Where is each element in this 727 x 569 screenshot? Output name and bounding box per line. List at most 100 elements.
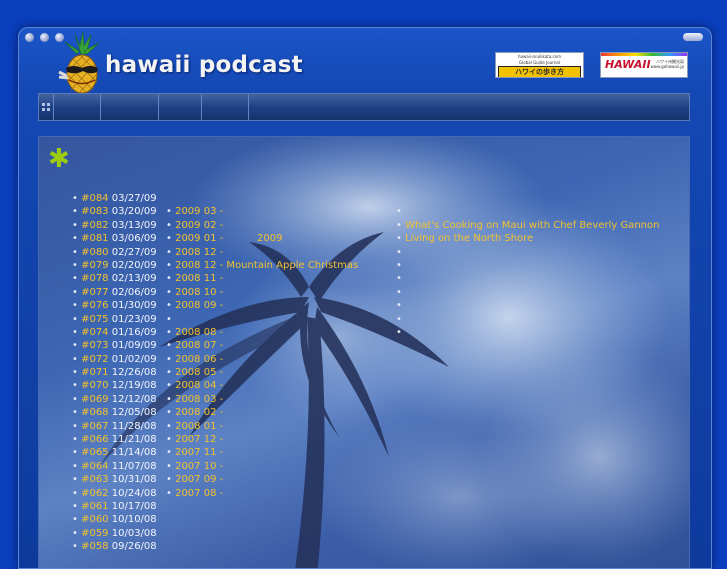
episode-link[interactable]: #066 [81,434,108,445]
archive-item: • 2008 09 - [166,299,358,312]
arukikata-banner-link[interactable]: hawaii-arukikata.com Global Guide Journa… [495,52,584,78]
feature-link[interactable]: Living on the North Shore [405,233,533,244]
archive-dash: - [216,300,224,312]
episode-link[interactable]: #070 [81,380,108,391]
archive-link[interactable]: 2009 01 [175,233,216,244]
episode-link[interactable]: #076 [81,300,108,311]
bullet-icon: • [396,286,402,298]
bullet-icon: • [166,434,176,446]
bullet-icon: • [72,353,82,365]
archive-extra-link[interactable]: Mountain Apple Christmas [226,260,358,271]
episode-item: • #082 03/13/09 [72,219,157,232]
archive-link[interactable]: 2008 03 [175,394,216,405]
episode-link[interactable]: #073 [81,340,108,351]
pineapple-logo-icon[interactable] [53,32,109,94]
episode-link[interactable]: #062 [81,488,108,499]
close-window-button[interactable] [25,33,34,42]
archive-link[interactable]: 2008 11 [175,273,216,284]
episode-link[interactable]: #065 [81,447,108,458]
episode-link[interactable]: #078 [81,273,108,284]
grid-icon[interactable] [39,94,54,120]
episode-link[interactable]: #082 [81,220,108,231]
archive-link[interactable]: 2008 12 [175,247,216,258]
minimize-window-button[interactable] [40,33,49,42]
episode-link[interactable]: #068 [81,407,108,418]
archive-link[interactable]: 2008 07 [175,340,216,351]
episode-item: • #071 12/26/08 [72,366,157,379]
nav-tab-3[interactable] [159,94,202,120]
episode-link[interactable]: #081 [81,233,108,244]
episode-date: 11/28/08 [111,420,157,432]
episode-link[interactable]: #074 [81,327,108,338]
gohawaii-banner-link[interactable]: HAWAII ハワイ州観光局 www.gohawaii.jp [600,52,688,78]
archive-link[interactable]: 2008 12 [175,260,216,271]
bullet-icon: • [396,219,406,231]
archive-link[interactable]: 2008 06 [175,354,216,365]
archive-item: • 2008 10 - [166,286,358,299]
archive-link[interactable]: 2008 02 [175,407,216,418]
bullet-icon: • [72,233,82,245]
episode-link[interactable]: #075 [81,314,108,325]
bullet-icon: • [72,286,82,298]
nav-tab-4[interactable] [202,94,249,120]
episode-item: • #066 11/21/08 [72,433,157,446]
episode-link[interactable]: #061 [81,501,108,512]
episode-link[interactable]: #080 [81,247,108,258]
bullet-icon: • [72,193,82,204]
episode-link[interactable]: #077 [81,287,108,298]
episode-date: 01/09/09 [111,340,157,352]
episode-item: • #061 10/17/08 [72,500,157,513]
toolbar-toggle-button[interactable] [683,33,703,41]
archive-link[interactable]: 2008 01 [175,421,216,432]
archive-link[interactable]: 2007 09 [175,474,216,485]
episode-link[interactable]: #059 [81,528,108,539]
episode-link[interactable]: #071 [81,367,108,378]
bullet-icon: • [72,460,82,472]
episode-link[interactable]: #064 [81,461,108,472]
episode-link[interactable]: #060 [81,514,108,525]
episode-date: 10/17/08 [111,500,157,512]
nav-tab-1[interactable] [54,94,101,120]
episode-item: • #079 02/20/09 [72,259,157,272]
archive-dash: - [216,326,224,338]
episode-item: • #065 11/14/08 [72,446,157,459]
archive-link[interactable]: 2007 10 [175,461,216,472]
archive-link[interactable]: 2007 12 [175,434,216,445]
archive-dash: - [216,233,224,245]
archive-dash: - [216,393,224,405]
bullet-icon: • [72,313,82,325]
archive-item: • 2008 08 - [166,326,358,339]
bullet-icon: • [72,380,82,392]
archive-item: • 2007 09 - [166,473,358,486]
archive-link[interactable]: 2009 03 [175,206,216,217]
archive-dash: - [216,340,224,352]
archive-link[interactable]: 2007 08 [175,488,216,499]
episode-link[interactable]: #084 [81,193,108,204]
archive-link[interactable]: 2008 10 [175,287,216,298]
episode-link[interactable]: #058 [81,541,108,552]
feature-link[interactable]: What's Cooking on Maui with Chef Beverly… [405,220,659,231]
bullet-icon: • [166,219,176,231]
episode-link[interactable]: #069 [81,394,108,405]
archive-link[interactable]: 2008 09 [175,300,216,311]
episode-link[interactable]: #083 [81,206,108,217]
episode-link[interactable]: #079 [81,260,108,271]
episode-date: 01/02/09 [111,353,157,365]
episode-date: 12/19/08 [111,380,157,392]
feature-item: • [396,286,659,299]
archive-link[interactable]: 2009 02 [175,220,216,231]
archive-item: • 2009 03 - [166,205,358,218]
episode-item: • #060 10/10/08 [72,513,157,526]
archive-year-label[interactable]: 2009 [257,232,282,245]
archive-item: • 2007 12 - [166,433,358,446]
episode-link[interactable]: #063 [81,474,108,485]
archive-link[interactable]: 2008 08 [175,327,216,338]
episode-item: • #059 10/03/08 [72,527,157,540]
archive-link[interactable]: 2008 04 [175,380,216,391]
episode-link[interactable]: #067 [81,421,108,432]
nav-tab-2[interactable] [101,94,159,120]
episode-link[interactable]: #072 [81,354,108,365]
archive-link[interactable]: 2007 11 [175,447,216,458]
site-title[interactable]: hawaii podcast [105,52,303,78]
archive-link[interactable]: 2008 05 [175,367,216,378]
